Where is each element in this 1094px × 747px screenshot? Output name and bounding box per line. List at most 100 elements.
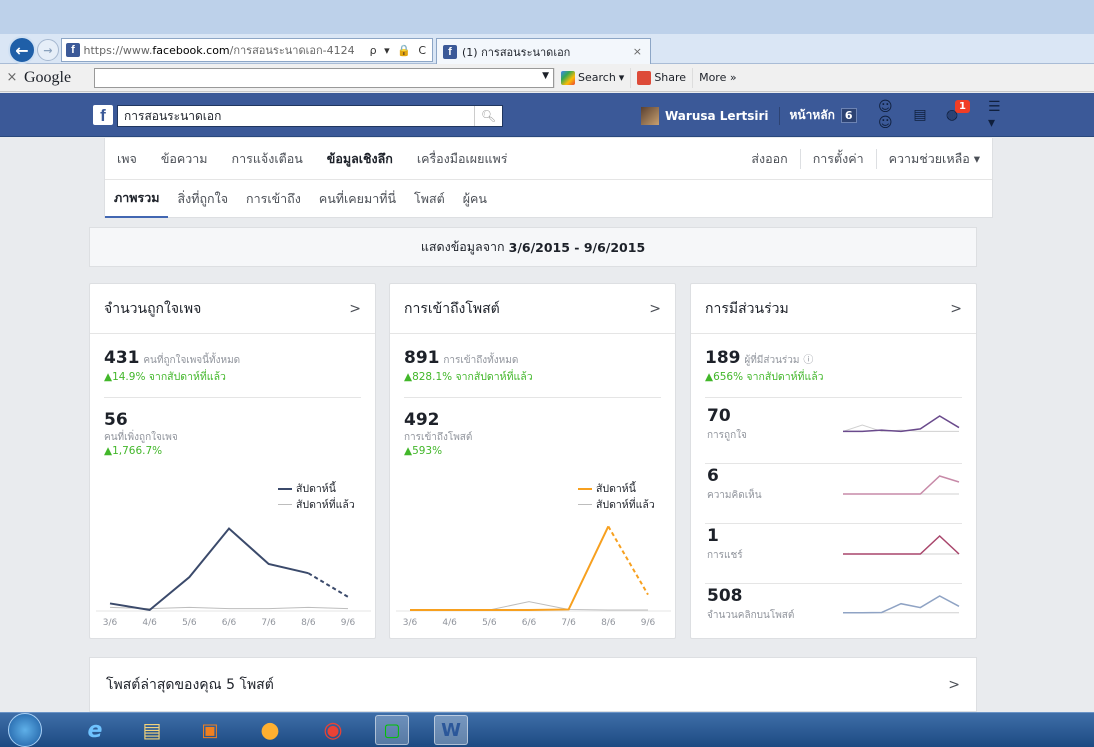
card-header[interactable]: การเข้าถึงโพสต์ > [390, 284, 675, 334]
forward-button[interactable]: → [37, 39, 59, 61]
post-reach-block: 492 การเข้าถึงโพสต์ ▲593% [404, 410, 661, 457]
page-nav-primary: เพจ ข้อความ การแจ้งเตือน ข้อมูลเชิงลึก เ… [105, 138, 992, 180]
series-line-this-week [410, 525, 610, 611]
more-button[interactable]: More » [692, 67, 743, 88]
clicks-sparkline [843, 595, 960, 614]
x-tick-label: 3/6 [403, 618, 418, 628]
x-tick-label: 7/6 [561, 618, 576, 628]
card-header[interactable]: การมีส่วนร่วม > [691, 284, 976, 334]
messages-icon[interactable]: ▤ [910, 106, 930, 124]
card-title: การมีส่วนร่วม [705, 300, 789, 317]
info-icon[interactable]: ⓘ [803, 355, 813, 366]
facebook-jewels: ☺☺ ▤ ◍ 1 ☰ ▾ [878, 99, 1008, 131]
chevron-right-icon[interactable]: > [948, 677, 960, 693]
engaged-users-value: 189 [705, 348, 741, 368]
series-line-partial [307, 572, 349, 598]
total-likes-block: 431 คนที่ถูกใจเพจนี้ทั้งหมด ▲14.9% จากสั… [104, 348, 361, 385]
avatar[interactable] [641, 106, 659, 125]
user-name[interactable]: Warusa Lertsiri [665, 109, 769, 123]
engagement-row-shares[interactable]: 1 การแชร์ [705, 526, 962, 584]
word-icon[interactable]: W [434, 715, 468, 745]
chevron-right-icon[interactable]: > [950, 301, 962, 317]
tab-publishing-tools[interactable]: เครื่องมือเผยแพร่ [405, 149, 520, 169]
page-likes-card: จำนวนถูกใจเพจ > 431 คนที่ถูกใจเพจนี้ทั้งห… [89, 283, 376, 639]
engagement-row-comments[interactable]: 6 ความคิดเห็น [705, 466, 962, 524]
legend-label: สัปดาห์นี้ [296, 483, 336, 495]
home-link[interactable]: หน้าหลัก [790, 106, 835, 125]
latest-posts-bar[interactable]: โพสต์ล่าสุดของคุณ 5 โพสต์ > [89, 657, 977, 712]
share-button[interactable]: Share [630, 67, 692, 88]
search-value: การสอนระนาดเอก [124, 108, 222, 123]
tab-messages[interactable]: ข้อความ [149, 149, 220, 169]
tab-favicon-icon: f [443, 44, 457, 59]
back-button[interactable]: ← [8, 36, 36, 64]
toolbar-close-icon[interactable]: × [0, 70, 24, 85]
chevron-right-icon[interactable]: > [649, 301, 661, 317]
x-tick-label: 6/6 [222, 618, 237, 628]
row-label: จำนวนคลิกบนโพสต์ [707, 610, 795, 621]
tab-insights[interactable]: ข้อมูลเชิงลึก [315, 149, 405, 169]
search-icon[interactable]: 🔍︎ [474, 106, 502, 126]
tab-notifications[interactable]: การแจ้งเตือน [220, 149, 315, 169]
row-value: 6 [707, 466, 719, 486]
address-bar-icons[interactable]: ρ ▾ 🔒 C [370, 44, 432, 57]
comments-sparkline [843, 475, 960, 495]
engagement-row-likes[interactable]: 70 การถูกใจ [705, 406, 962, 464]
internet-explorer-icon[interactable]: e [78, 715, 112, 745]
total-reach-value: 891 [404, 348, 440, 368]
legend-this-week: สัปดาห์นี้ [578, 480, 636, 497]
google-logo: Google [24, 68, 72, 86]
facebook-logo[interactable]: f [93, 105, 113, 125]
browser-tab[interactable]: f (1) การสอนระนาดเอก × [436, 38, 651, 64]
subtab-people[interactable]: ผู้คน [454, 180, 496, 218]
line-app-icon[interactable]: ▢ [375, 715, 409, 745]
file-explorer-icon[interactable]: ▤ [135, 715, 169, 745]
subtab-visits[interactable]: คนที่เคยมาที่นี่ [310, 180, 405, 218]
post-reach-change: ▲593% [404, 445, 443, 457]
settings-link[interactable]: การตั้งค่า [801, 148, 877, 169]
x-tick-label: 9/6 [341, 618, 356, 628]
tab-page[interactable]: เพจ [105, 149, 149, 169]
subtab-posts[interactable]: โพสต์ [405, 180, 454, 218]
page-navigation: เพจ ข้อความ การแจ้งเตือน ข้อมูลเชิงลึก เ… [104, 138, 993, 218]
row-label: การถูกใจ [707, 430, 747, 441]
shares-sparkline [843, 534, 960, 555]
export-link[interactable]: ส่งออก [739, 148, 801, 169]
facebook-search-input[interactable]: การสอนระนาดเอก 🔍︎ [117, 105, 503, 127]
card-header[interactable]: จำนวนถูกใจเพจ > [90, 284, 375, 334]
tab-title: (1) การสอนระนาดเอก [462, 45, 571, 59]
chevron-right-icon[interactable]: > [349, 301, 361, 317]
x-tick-label: 9/6 [641, 618, 656, 628]
chrome-icon[interactable]: ◉ [316, 715, 350, 745]
subtab-overview[interactable]: ภาพรวม [105, 180, 169, 218]
engaged-users-label: ผู้ที่มีส่วนร่วม [744, 355, 800, 366]
total-likes-value: 431 [104, 348, 140, 368]
subtab-likes[interactable]: สิ่งที่ถูกใจ [168, 180, 237, 218]
total-reach-change: ▲828.1% จากสัปดาห์ที่แล้ว [404, 371, 533, 383]
tab-close-icon[interactable]: × [633, 45, 650, 58]
notifications-globe-icon[interactable]: ◍ 1 [942, 100, 970, 124]
sparkline-this-week [843, 534, 960, 555]
x-tick-label: 7/6 [261, 618, 276, 628]
x-tick-label: 4/6 [142, 618, 157, 628]
dropdown-icon[interactable]: ▼ [542, 71, 549, 81]
friend-requests-icon[interactable]: ☺☺ [878, 99, 898, 131]
start-button-icon[interactable] [8, 713, 42, 747]
total-likes-label: คนที่ถูกใจเพจนี้ทั้งหมด [143, 355, 241, 366]
google-search-input[interactable]: ▼ [94, 67, 554, 88]
media-player-icon[interactable]: ▣ [193, 715, 227, 745]
share-label: Share [654, 71, 687, 84]
engagement-row-clicks[interactable]: 508 จำนวนคลิกบนโพสต์ [705, 586, 962, 644]
app-icon[interactable]: ● [253, 715, 287, 745]
share-icon [637, 70, 652, 85]
row-label: การแชร์ [707, 550, 743, 561]
x-tick-label: 3/6 [103, 618, 118, 628]
help-dropdown[interactable]: ความช่วยเหลือ ▾ [877, 149, 992, 169]
account-menu-icon[interactable]: ☰ ▾ [988, 99, 1008, 131]
google-search-button[interactable]: Search ▾ [554, 67, 630, 88]
legend-this-week: สัปดาห์นี้ [278, 480, 336, 497]
subtab-reach[interactable]: การเข้าถึง [237, 180, 310, 218]
home-count-badge: 6 [840, 108, 857, 123]
address-bar[interactable]: f https://www. facebook.com/การสอนระนาดเอ… [61, 38, 433, 62]
divider [778, 106, 780, 125]
